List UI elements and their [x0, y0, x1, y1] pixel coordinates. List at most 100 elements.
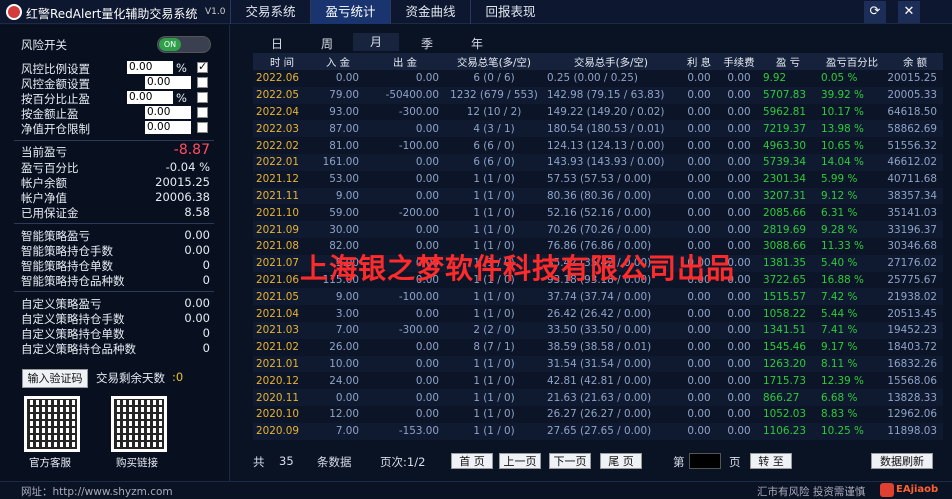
- table-cell: 0.00: [679, 355, 719, 373]
- table-row[interactable]: 2020.10 12.00 0.00 1 (1 / 0) 26.27 (26.27 / …: [253, 405, 943, 423]
- table-row[interactable]: 2021.05 9.00 -100.00 1 (1 / 0) 37.74 (37.74 …: [253, 288, 943, 306]
- table-cell: 2021.02: [253, 338, 311, 356]
- smart-pnl-value: 0.00: [184, 228, 210, 242]
- col-balance[interactable]: 余 额: [887, 53, 943, 70]
- table-row[interactable]: 2021.04 3.00 0.00 1 (1 / 0) 26.42 (26.42 / 0…: [253, 305, 943, 322]
- equity-limit-label: 净值开仓限制: [21, 122, 90, 136]
- page-number-input[interactable]: [689, 453, 721, 469]
- goto-button[interactable]: 转 至: [750, 453, 792, 469]
- table-cell: 13828.33: [887, 389, 943, 406]
- col-deposit[interactable]: 入 金: [311, 53, 365, 70]
- close-icon[interactable]: ✕: [898, 1, 920, 23]
- custom-pnl-label: 自定义策略盈亏: [21, 297, 102, 311]
- table-cell: 12 (10 / 2): [445, 103, 543, 121]
- table-cell: -300.00: [365, 321, 445, 339]
- table-cell: 1 (1 / 0): [445, 187, 543, 205]
- table-row[interactable]: 2021.03 7.00 -300.00 2 (2 / 0) 33.50 (33.50 …: [253, 321, 943, 339]
- col-time[interactable]: 时 间: [253, 53, 311, 70]
- period-quarter[interactable]: 季: [421, 35, 433, 52]
- table-cell: 0.00: [679, 321, 719, 339]
- table-row[interactable]: 2022.05 79.00 -50400.00 1232 (679 / 553) 142…: [253, 86, 943, 104]
- divider: [14, 223, 214, 224]
- smart-lots-value: 0.00: [184, 243, 210, 257]
- equity-limit-input[interactable]: 0.00: [145, 121, 191, 134]
- risk-ratio-checkbox[interactable]: [197, 60, 208, 73]
- tp-amount-checkbox[interactable]: [197, 107, 208, 118]
- tp-percent-input[interactable]: 0.00: [127, 91, 173, 104]
- table-row[interactable]: 2021.02 26.00 0.00 8 (7 / 1) 38.59 (38.58 / …: [253, 338, 943, 356]
- col-trade-count[interactable]: 交易总笔(多/空): [445, 53, 543, 70]
- period-week[interactable]: 周: [321, 35, 333, 52]
- col-pnl-percent[interactable]: 盈亏百分比: [817, 53, 887, 70]
- table-cell: 9.12 %: [817, 187, 887, 205]
- table-cell: 9.00: [311, 288, 365, 306]
- prev-page-button[interactable]: 上一页: [499, 453, 541, 469]
- table-row[interactable]: 2020.12 24.00 0.00 1 (1 / 0) 42.81 (42.81 / …: [253, 372, 943, 390]
- table-cell: 2021.04: [253, 305, 311, 322]
- risk-warning: 汇市有风险 投资需谨慎: [757, 486, 866, 498]
- table-row[interactable]: 2021.01 10.00 0.00 1 (1 / 0) 31.54 (31.54 / …: [253, 355, 943, 373]
- tp-amount-input[interactable]: 0.00: [145, 106, 191, 119]
- col-interest[interactable]: 利 息: [679, 53, 719, 70]
- risk-amount-checkbox[interactable]: [197, 77, 208, 88]
- table-cell: 9.92: [759, 70, 817, 87]
- tab-trading-system[interactable]: 交易系统: [230, 0, 310, 24]
- table-cell: 87.00: [311, 120, 365, 138]
- table-cell: 1 (1 / 0): [445, 288, 543, 306]
- first-page-button[interactable]: 首 页: [451, 453, 493, 469]
- app-version: V1.0: [205, 7, 226, 17]
- col-pnl[interactable]: 盈 亏: [759, 53, 817, 70]
- risk-amount-input[interactable]: 0.00: [145, 76, 191, 89]
- refresh-icon[interactable]: ⟳: [864, 1, 886, 23]
- tp-percent-checkbox[interactable]: [197, 92, 208, 103]
- table-cell: 8 (7 / 1): [445, 338, 543, 356]
- col-trade-lots[interactable]: 交易总手(多/空): [543, 53, 679, 70]
- table-cell: 0.00: [719, 355, 759, 373]
- table-row[interactable]: 2021.09 30.00 0.00 1 (1 / 0) 70.26 (70.26 / …: [253, 221, 943, 238]
- support-label: 官方客服: [29, 457, 71, 469]
- table-cell: 2021.03: [253, 321, 311, 339]
- table-row[interactable]: 2021.10 59.00 -200.00 1 (1 / 0) 52.16 (52.16…: [253, 204, 943, 222]
- next-page-button[interactable]: 下一页: [549, 453, 591, 469]
- table-row[interactable]: 2021.11 9.00 0.00 1 (1 / 0) 80.36 (80.36 / 0…: [253, 187, 943, 205]
- table-cell: 6.68 %: [817, 389, 887, 406]
- table-row[interactable]: 2022.01 161.00 0.00 6 (6 / 0) 143.93 (143.93…: [253, 153, 943, 171]
- refresh-data-button[interactable]: 数据刷新: [871, 453, 933, 469]
- table-row[interactable]: 2020.09 7.00 -153.00 1 (1 / 0) 27.65 (27.65 …: [253, 422, 943, 440]
- table-row[interactable]: 2020.11 0.00 0.00 1 (1 / 0) 21.63 (21.63 / 0…: [253, 389, 943, 406]
- brand-logo-icon: [880, 483, 894, 497]
- enter-code-button[interactable]: 输入验证码: [22, 369, 88, 388]
- table-row[interactable]: 2022.06 0.00 0.00 6 (0 / 6) 0.25 (0.00 / 0.2…: [253, 70, 943, 87]
- brand-text: EAjiaob: [896, 484, 939, 495]
- table-cell: 80.36 (80.36 / 0.00): [543, 187, 679, 205]
- period-month[interactable]: 月: [353, 33, 399, 51]
- table-cell: 0.00: [679, 204, 719, 222]
- col-commission[interactable]: 手续费: [719, 53, 759, 70]
- tab-equity-curve[interactable]: 资金曲线: [390, 0, 470, 24]
- period-day[interactable]: 日: [271, 35, 283, 52]
- table-cell: 0.00: [719, 170, 759, 188]
- table-cell: 0.00: [365, 372, 445, 390]
- percent-unit: %: [176, 61, 187, 75]
- table-row[interactable]: 2022.03 87.00 0.00 4 (3 / 1) 180.54 (180.53 …: [253, 120, 943, 138]
- table-header: 时 间 入 金 出 金 交易总笔(多/空) 交易总手(多/空) 利 息 手续费 …: [253, 53, 943, 70]
- table-row[interactable]: 2022.02 81.00 -100.00 6 (6 / 0) 124.13 (124.…: [253, 137, 943, 154]
- table-cell: 5739.34: [759, 153, 817, 171]
- table-cell: 42.81 (42.81 / 0.00): [543, 372, 679, 390]
- table-cell: 8.83 %: [817, 405, 887, 423]
- table-cell: 7219.37: [759, 120, 817, 138]
- table-row[interactable]: 2022.04 93.00 -300.00 12 (10 / 2) 149.22 (14…: [253, 103, 943, 121]
- col-withdraw[interactable]: 出 金: [365, 53, 445, 70]
- risk-switch-toggle[interactable]: ON: [157, 36, 211, 53]
- last-page-button[interactable]: 尾 页: [600, 453, 642, 469]
- table-cell: 1515.57: [759, 288, 817, 306]
- table-row[interactable]: 2021.12 53.00 0.00 1 (1 / 0) 57.53 (57.53 / …: [253, 170, 943, 188]
- period-year[interactable]: 年: [471, 35, 483, 52]
- tab-return-performance[interactable]: 回报表现: [470, 0, 550, 24]
- table-cell: 2022.04: [253, 103, 311, 121]
- equity-limit-checkbox[interactable]: [197, 122, 208, 133]
- tab-pnl-stats[interactable]: 盈亏统计: [310, 0, 390, 24]
- risk-ratio-label: 风控比例设置: [21, 62, 90, 76]
- risk-ratio-input[interactable]: 0.00: [127, 61, 173, 74]
- table-cell: 1058.22: [759, 305, 817, 322]
